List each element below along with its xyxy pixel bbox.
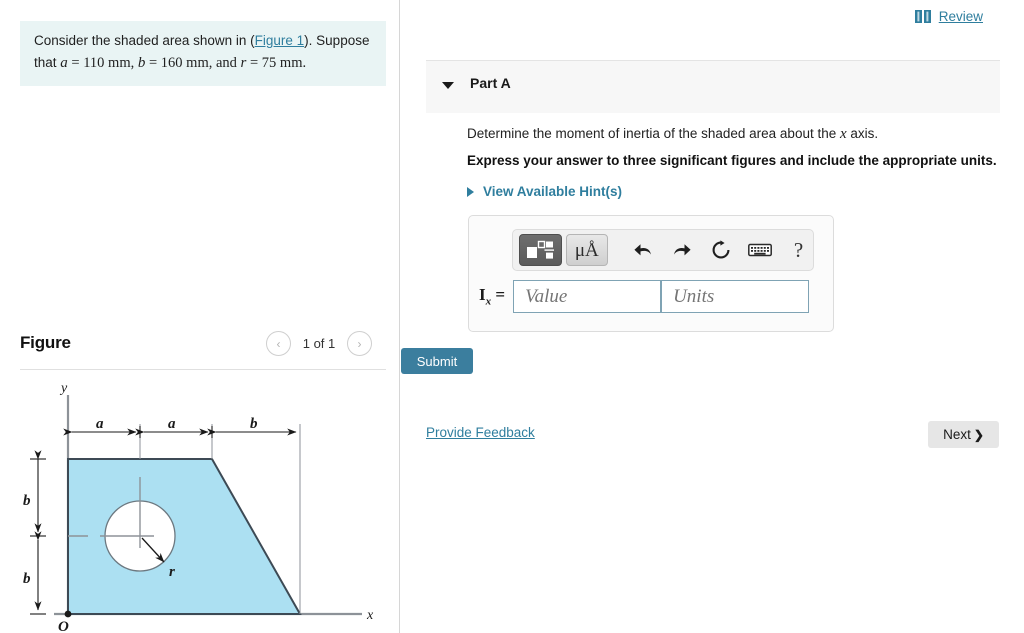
question-text-main: Determine the moment of inertia of the s… xyxy=(467,126,840,141)
question-text: Determine the moment of inertia of the s… xyxy=(467,126,878,143)
answer-instruction: Express your answer to three significant… xyxy=(467,153,997,168)
book-icon xyxy=(914,10,931,23)
problem-text-1: Consider the shaded area shown in ( xyxy=(34,33,255,48)
y-axis-label: y xyxy=(59,381,68,396)
value-a: = 110 mm, xyxy=(67,54,138,71)
value-r: = 75 mm. xyxy=(246,54,307,71)
answer-label: Ix = xyxy=(479,285,505,307)
var-a: a xyxy=(60,54,68,71)
caret-right-icon xyxy=(467,186,474,197)
caret-down-icon[interactable] xyxy=(442,82,454,89)
review-link[interactable]: Review xyxy=(939,9,983,24)
redo-arrow-icon xyxy=(673,244,691,256)
units-input[interactable] xyxy=(661,280,810,313)
redo-button[interactable] xyxy=(667,235,696,265)
undo-button[interactable] xyxy=(628,235,657,265)
dimension-label-b-lower: b xyxy=(23,571,31,587)
next-button[interactable]: Next ❯ xyxy=(928,421,999,448)
part-a-title: Part A xyxy=(470,75,511,91)
origin-label: O xyxy=(58,619,69,633)
part-a-header[interactable]: Part A xyxy=(426,60,1000,113)
answer-entry-box: μÅ ? Ix = Value Units xyxy=(468,215,834,332)
undo-arrow-icon xyxy=(634,244,651,256)
figure-1-link[interactable]: Figure 1 xyxy=(255,33,305,48)
value-b: = 160 mm, and xyxy=(145,54,241,71)
question-text-tail: axis. xyxy=(846,126,879,141)
figure-pager: ‹ 1 of 1 › xyxy=(266,331,372,356)
units-icon: μÅ xyxy=(574,239,599,261)
math-template-button[interactable] xyxy=(519,234,562,266)
figure-page-count: 1 of 1 xyxy=(302,336,336,351)
answer-symbol: I xyxy=(479,285,486,305)
value-input[interactable] xyxy=(513,280,662,313)
x-axis-label: x xyxy=(366,608,374,623)
problem-statement: Consider the shaded area shown in (Figur… xyxy=(20,21,386,87)
radius-label: r xyxy=(169,564,175,580)
keyboard-icon xyxy=(747,243,772,257)
answer-toolbar: μÅ ? xyxy=(512,229,814,271)
figure-prev-button[interactable]: ‹ xyxy=(266,331,291,356)
review-link-wrapper[interactable]: Review xyxy=(914,9,983,24)
dimension-label-b-top: b xyxy=(250,416,258,432)
submit-button[interactable]: Submit xyxy=(401,348,473,374)
dimension-label-a2: a xyxy=(168,416,176,432)
question-axis-var: x xyxy=(839,126,847,142)
units-button[interactable]: μÅ xyxy=(565,234,609,266)
answer-equals: = xyxy=(491,285,506,305)
figure-diagram: r a a b b b O y x xyxy=(23,381,374,633)
figure-header: Figure ‹ 1 of 1 › xyxy=(20,331,386,367)
origin-point xyxy=(64,610,72,618)
math-template-icon xyxy=(527,240,555,259)
figure-divider xyxy=(20,369,386,370)
figure-title: Figure xyxy=(20,333,71,352)
keyboard-button[interactable] xyxy=(745,235,774,265)
chevron-left-icon: ‹ xyxy=(276,336,281,351)
dimension-label-b-upper: b xyxy=(23,493,31,509)
chevron-right-icon: › xyxy=(357,336,362,351)
reset-circle-icon xyxy=(712,240,729,259)
help-button[interactable]: ? xyxy=(784,235,813,265)
dimension-label-a1: a xyxy=(96,416,104,432)
view-hints-label: View Available Hint(s) xyxy=(483,184,623,199)
chevron-right-icon: ❯ xyxy=(973,427,984,442)
next-button-label: Next xyxy=(943,427,971,442)
reset-button[interactable] xyxy=(706,235,735,265)
provide-feedback-link[interactable]: Provide Feedback xyxy=(426,425,535,440)
answer-input-row: Ix = xyxy=(479,280,810,313)
figure-panel: Consider the shaded area shown in (Figur… xyxy=(0,0,400,633)
view-hints-toggle[interactable]: View Available Hint(s) xyxy=(467,184,622,199)
question-panel: Review Part A Determine the moment of in… xyxy=(401,0,1024,633)
figure-next-button[interactable]: › xyxy=(347,331,372,356)
help-icon: ? xyxy=(793,237,804,262)
